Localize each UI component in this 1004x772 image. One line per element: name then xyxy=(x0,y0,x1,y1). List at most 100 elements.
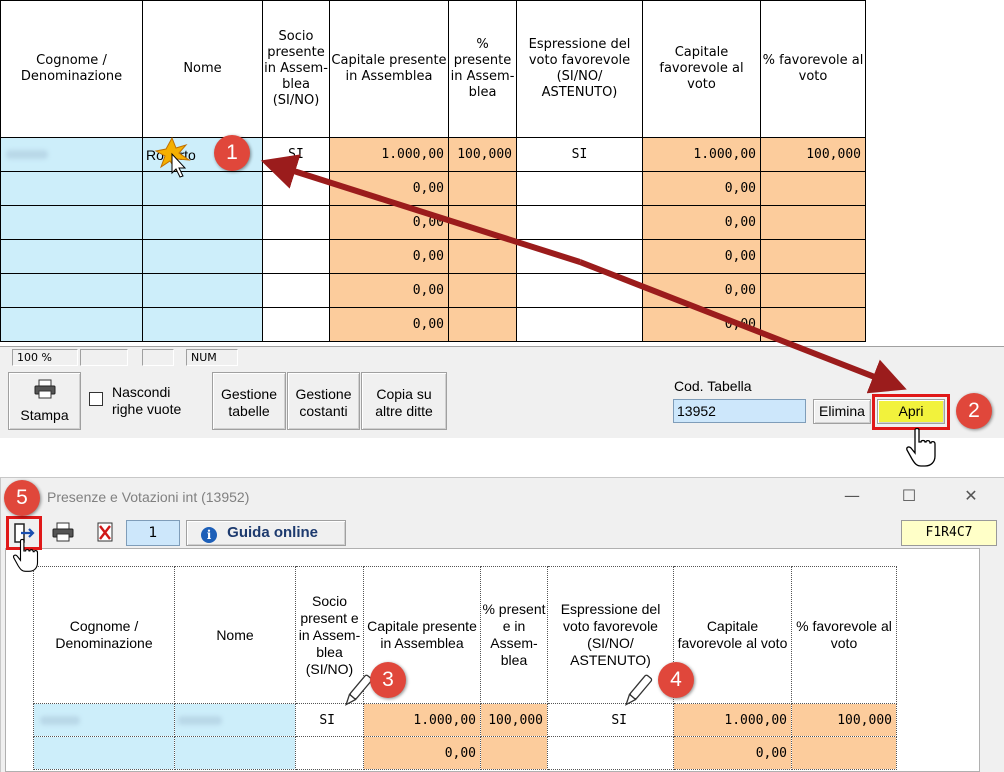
page-number-field[interactable]: 1 xyxy=(126,520,180,546)
cell-capitale[interactable]: 0,00 xyxy=(329,273,449,308)
header-nome: Nome xyxy=(142,0,263,138)
cell-capfav[interactable]: 1.000,00 xyxy=(673,703,792,737)
cell-capitale[interactable]: 0,00 xyxy=(329,205,449,240)
cell-cognome[interactable] xyxy=(0,205,143,240)
cell-perc[interactable] xyxy=(448,171,517,206)
cell-percfav[interactable]: 100,000 xyxy=(760,137,866,172)
cell-percfav[interactable] xyxy=(760,239,866,274)
cell-capfav[interactable]: 0,00 xyxy=(642,205,761,240)
cell-capitale[interactable]: 0,00 xyxy=(329,239,449,274)
cell-nome[interactable] xyxy=(142,273,263,308)
print-button[interactable] xyxy=(51,520,77,546)
delete-doc-button[interactable] xyxy=(93,520,117,546)
table-row: 0,00 0,00 xyxy=(0,307,866,342)
cell-espressione[interactable] xyxy=(516,171,643,206)
cell-socio[interactable] xyxy=(262,273,330,308)
cell-percfav[interactable] xyxy=(760,171,866,206)
cell-perc[interactable] xyxy=(448,273,517,308)
cell-capfav[interactable]: 1.000,00 xyxy=(642,137,761,172)
status-bar: 100 % NUM xyxy=(0,346,1004,368)
stampa-label: Stampa xyxy=(20,407,69,423)
gestione-tabelle-button[interactable]: Gestione tabelle xyxy=(212,372,286,430)
cod-tabella-input[interactable]: 13952 xyxy=(673,399,806,423)
cell-cognome[interactable] xyxy=(33,736,175,770)
cell-perc[interactable]: 100,000 xyxy=(480,703,548,737)
cell-perc[interactable] xyxy=(448,205,517,240)
cell-cognome[interactable] xyxy=(0,307,143,342)
cell-socio[interactable] xyxy=(262,239,330,274)
zoom-indicator: 100 % xyxy=(12,349,78,366)
cell-espressione[interactable] xyxy=(516,239,643,274)
cell-capfav[interactable]: 0,00 xyxy=(673,736,792,770)
table-row: 0,00 0,00 xyxy=(0,273,866,308)
cell-percfav[interactable] xyxy=(760,205,866,240)
gestione-tabelle-label-1: Gestione xyxy=(220,386,278,402)
cell-nome[interactable] xyxy=(142,171,263,206)
cell-capfav[interactable]: 0,00 xyxy=(642,239,761,274)
cell-socio[interactable] xyxy=(262,307,330,342)
cod-tabella-label: Cod. Tabella xyxy=(674,378,752,394)
cell-socio[interactable]: SI xyxy=(262,137,330,172)
cell-espressione[interactable] xyxy=(516,307,643,342)
cell-espressione[interactable] xyxy=(516,273,643,308)
cell-capfav[interactable]: 0,00 xyxy=(642,307,761,342)
cell-espressione[interactable] xyxy=(547,736,674,770)
printer-icon xyxy=(52,522,74,542)
elimina-button[interactable]: Elimina xyxy=(813,399,871,424)
cell-capitale[interactable]: 0,00 xyxy=(363,736,481,770)
stampa-button[interactable]: Stampa xyxy=(8,372,81,430)
header-percfav: % favorevole al voto xyxy=(760,0,866,138)
step-badge-5: 5 xyxy=(4,480,40,516)
table-row: 0,00 0,00 xyxy=(0,239,866,274)
votazioni-grid: Cognome / Denominazione Nome Socio prese… xyxy=(33,566,897,770)
cell-perc[interactable] xyxy=(480,736,548,770)
cell-capitale[interactable]: 1.000,00 xyxy=(329,137,449,172)
cell-cognome[interactable] xyxy=(33,703,175,737)
cell-socio[interactable]: SI xyxy=(295,703,364,737)
cell-capitale[interactable]: 0,00 xyxy=(329,307,449,342)
cell-cognome[interactable] xyxy=(0,137,143,172)
cell-socio[interactable] xyxy=(262,171,330,206)
cell-capitale[interactable]: 1.000,00 xyxy=(363,703,481,737)
cell-percfav[interactable] xyxy=(791,736,897,770)
cell-nome[interactable] xyxy=(174,703,296,737)
close-icon[interactable]: ✕ xyxy=(956,484,986,508)
grid-right-blank xyxy=(866,0,1004,340)
guida-online-button[interactable]: i Guida online xyxy=(186,520,346,546)
gestione-costanti-button[interactable]: Gestione costanti xyxy=(287,372,360,430)
step-badge-1: 1 xyxy=(214,135,250,171)
minimize-icon[interactable]: — xyxy=(837,484,867,508)
header-percfav: % favorevole al voto xyxy=(791,566,897,704)
status-cell xyxy=(80,349,128,366)
cell-capfav[interactable]: 0,00 xyxy=(642,273,761,308)
cell-cognome[interactable] xyxy=(0,239,143,274)
cell-percfav[interactable] xyxy=(760,273,866,308)
cell-perc[interactable] xyxy=(448,307,517,342)
cell-cognome[interactable] xyxy=(0,171,143,206)
cell-cognome[interactable] xyxy=(0,273,143,308)
cell-nome[interactable] xyxy=(142,205,263,240)
cell-espressione[interactable]: SI xyxy=(516,137,643,172)
cell-perc[interactable] xyxy=(448,239,517,274)
highlight-exit xyxy=(6,516,42,550)
cell-capitale[interactable]: 0,00 xyxy=(329,171,449,206)
copia-button[interactable]: Copia su altre ditte xyxy=(361,372,447,430)
cell-capfav[interactable]: 0,00 xyxy=(642,171,761,206)
cell-percfav[interactable] xyxy=(760,307,866,342)
maximize-icon[interactable]: ☐ xyxy=(894,484,924,508)
cell-socio[interactable] xyxy=(262,205,330,240)
cell-nome[interactable] xyxy=(142,239,263,274)
cell-espressione[interactable] xyxy=(516,205,643,240)
num-indicator: NUM xyxy=(186,349,238,366)
cell-reference: F1R4C7 xyxy=(901,520,997,546)
copia-label-2: altre ditte xyxy=(375,403,433,419)
cell-socio[interactable] xyxy=(295,736,364,770)
cell-perc[interactable]: 100,000 xyxy=(448,137,517,172)
copia-label-1: Copia su xyxy=(376,386,432,402)
cell-nome[interactable] xyxy=(142,307,263,342)
cell-espressione[interactable]: SI xyxy=(547,703,674,737)
header-socio: Socio presente in Assem-blea (SI/NO) xyxy=(262,0,330,138)
cell-percfav[interactable]: 100,000 xyxy=(791,703,897,737)
cell-nome[interactable] xyxy=(174,736,296,770)
nascondi-checkbox[interactable] xyxy=(89,392,103,406)
